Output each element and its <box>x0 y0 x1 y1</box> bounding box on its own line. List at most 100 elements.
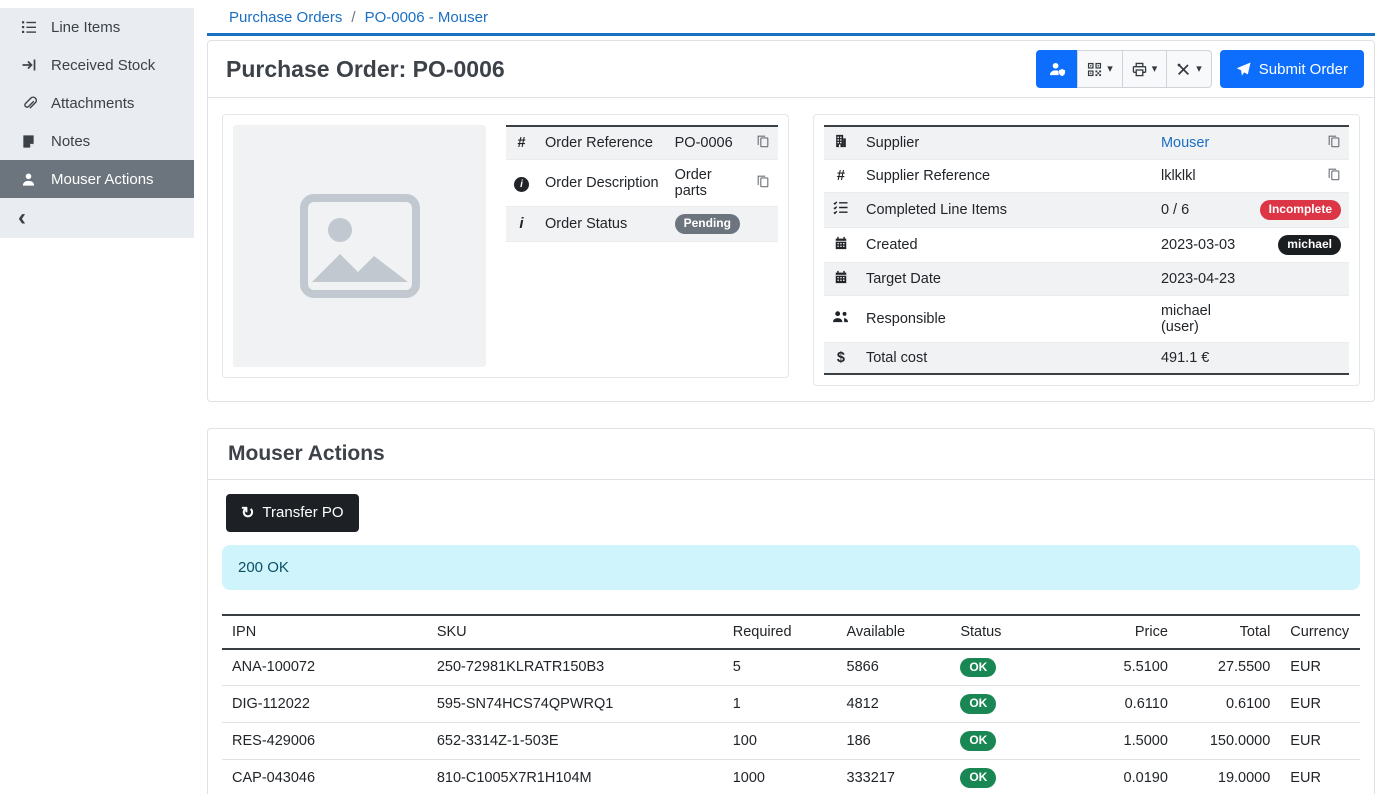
cell-total: 27.5500 <box>1178 649 1280 686</box>
sidebar-collapse-button[interactable]: ‹ <box>0 198 194 238</box>
cell-price: 0.0190 <box>1087 759 1178 794</box>
cell-available: 5866 <box>837 649 951 686</box>
sign-in-icon <box>20 57 37 74</box>
cell-currency: EUR <box>1280 723 1360 760</box>
field-label: Supplier Reference <box>858 160 1153 193</box>
order-details: # Order Reference PO-0006 i <box>208 98 1374 401</box>
sidebar-item-line-items[interactable]: Line Items <box>0 8 194 46</box>
cell-sku: 595-SN74HCS74QPWRQ1 <box>427 686 723 723</box>
cell-required: 1000 <box>723 759 837 794</box>
breadcrumb-separator: / <box>351 9 355 26</box>
supplier-info-table: Supplier Mouser # Supplier Re <box>824 125 1349 375</box>
panel-body: ↻ Transfer PO 200 OK IPN SKU <box>208 480 1374 794</box>
panel-title: Mouser Actions <box>228 442 1354 466</box>
sidebar-item-notes[interactable]: Notes <box>0 122 194 160</box>
cell-required: 100 <box>723 723 837 760</box>
cell-status: OK <box>950 759 1087 794</box>
order-header-card: Purchase Order: PO-0006 ▾ <box>207 40 1375 402</box>
cell-total: 19.0000 <box>1178 759 1280 794</box>
cell-required: 5 <box>723 649 837 686</box>
breadcrumb: Purchase Orders / PO-0006 - Mouser <box>207 6 1375 36</box>
barcode-actions-button[interactable]: ▾ <box>1077 50 1123 88</box>
field-label: Responsible <box>858 295 1153 342</box>
order-image-placeholder <box>233 125 486 367</box>
row-created: Created 2023-03-03 michael <box>824 227 1349 262</box>
ok-badge: OK <box>960 694 996 714</box>
parts-table-body: ANA-100072 250-72981KLRATR150B3 5 5866 O… <box>222 649 1360 794</box>
field-value: 491.1 € <box>1153 342 1249 374</box>
row-order-status: i Order Status Pending <box>506 207 778 242</box>
transfer-po-button[interactable]: ↻ Transfer PO <box>226 494 359 532</box>
field-label: Order Reference <box>537 126 667 160</box>
cell-status: OK <box>950 686 1087 723</box>
order-header: Purchase Order: PO-0006 ▾ <box>208 41 1374 98</box>
sidebar: Line Items Received Stock Attachments No… <box>0 0 194 794</box>
col-header-currency: Currency <box>1280 615 1360 649</box>
col-header-total: Total <box>1178 615 1280 649</box>
field-label: Order Status <box>537 207 667 242</box>
transfer-po-label: Transfer PO <box>262 504 343 521</box>
user-icon <box>20 171 37 188</box>
sidebar-item-received-stock[interactable]: Received Stock <box>0 46 194 84</box>
field-value: Order parts <box>667 160 748 207</box>
cell-available: 186 <box>837 723 951 760</box>
approve-user-button[interactable] <box>1036 50 1078 88</box>
cell-ipn: ANA-100072 <box>222 649 427 686</box>
parts-table: IPN SKU Required Available Status Price … <box>222 614 1360 794</box>
field-label: Supplier <box>858 126 1153 160</box>
hash-icon: # <box>824 160 858 193</box>
user-shield-icon <box>1049 61 1066 77</box>
sidebar-item-attachments[interactable]: Attachments <box>0 84 194 122</box>
copy-icon[interactable] <box>1327 167 1341 181</box>
cell-price: 5.5100 <box>1087 649 1178 686</box>
order-options-button[interactable]: ▾ <box>1166 50 1212 88</box>
note-icon <box>20 133 37 150</box>
chevron-left-icon: ‹ <box>18 204 26 232</box>
cell-available: 4812 <box>837 686 951 723</box>
status-alert: 200 OK <box>222 545 1360 590</box>
cell-status: OK <box>950 649 1087 686</box>
sidebar-item-label: Attachments <box>51 95 134 112</box>
print-actions-button[interactable]: ▾ <box>1122 50 1168 88</box>
cell-total: 150.0000 <box>1178 723 1280 760</box>
cell-currency: EUR <box>1280 759 1360 794</box>
tools-icon <box>1176 62 1191 77</box>
copy-icon[interactable] <box>1327 134 1341 148</box>
qrcode-icon <box>1087 62 1102 77</box>
field-label: Order Description <box>537 160 667 207</box>
col-header-ipn: IPN <box>222 615 427 649</box>
user-badge: michael <box>1278 235 1341 255</box>
breadcrumb-link-current[interactable]: PO-0006 - Mouser <box>365 9 488 26</box>
cell-sku: 250-72981KLRATR150B3 <box>427 649 723 686</box>
calendar-icon <box>834 238 848 254</box>
app-root: Line Items Received Stock Attachments No… <box>0 0 1383 794</box>
cell-ipn: DIG-112022 <box>222 686 427 723</box>
copy-icon[interactable] <box>756 134 770 148</box>
copy-icon[interactable] <box>756 174 770 188</box>
status-alert-text: 200 OK <box>238 559 289 576</box>
field-label: Total cost <box>858 342 1153 374</box>
row-order-description: i Order Description Order parts <box>506 160 778 207</box>
field-value: 2023-03-03 <box>1153 227 1249 262</box>
sidebar-item-mouser-actions[interactable]: Mouser Actions <box>0 160 194 198</box>
status-badge: Pending <box>675 214 740 234</box>
incomplete-badge: Incomplete <box>1260 200 1341 220</box>
cell-currency: EUR <box>1280 686 1360 723</box>
row-supplier-reference: # Supplier Reference lklklkl <box>824 160 1349 193</box>
supplier-link[interactable]: Mouser <box>1161 135 1209 151</box>
chevron-down-icon: ▾ <box>1152 64 1158 75</box>
paper-plane-icon <box>1236 62 1251 77</box>
cell-status: OK <box>950 723 1087 760</box>
cell-required: 1 <box>723 686 837 723</box>
col-header-price: Price <box>1087 615 1178 649</box>
row-responsible: Responsible michael (user) <box>824 295 1349 342</box>
cell-price: 1.5000 <box>1087 723 1178 760</box>
main-content: Purchase Orders / PO-0006 - Mouser Purch… <box>194 0 1383 794</box>
building-icon <box>834 136 848 152</box>
hash-icon: # <box>506 126 537 160</box>
sidebar-item-label: Notes <box>51 133 90 150</box>
sidebar-item-label: Line Items <box>51 19 120 36</box>
breadcrumb-link-purchase-orders[interactable]: Purchase Orders <box>229 9 342 26</box>
field-label: Completed Line Items <box>858 193 1153 228</box>
submit-order-button[interactable]: Submit Order <box>1220 50 1364 88</box>
